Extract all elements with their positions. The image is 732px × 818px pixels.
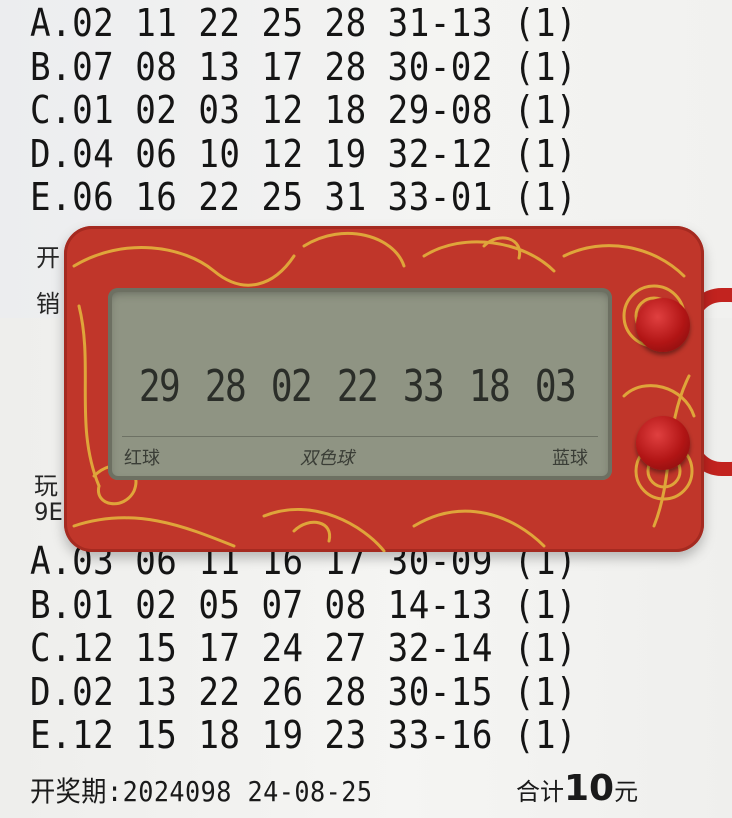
red-ball-number: 18 [468, 361, 511, 412]
total-amount: 10 [564, 768, 615, 809]
ticket-line: E.06 16 22 25 31 33-01 (1) [30, 175, 578, 219]
red-ball-label: 红球 [124, 448, 160, 469]
screen-divider [122, 436, 598, 437]
lottery-number-generator: 29 28 02 22 33 18 03 红球 双色球 蓝球 [64, 226, 732, 552]
ticket-footer: 开奖期:2024098 24-08-25 合计10元 [30, 768, 670, 810]
blue-ball-label: 蓝球 [552, 448, 588, 469]
total-prefix: 合计 [516, 778, 564, 806]
red-ball-number: 28 [204, 361, 247, 412]
ticket-line: B.07 08 13 17 28 30-02 (1) [30, 44, 578, 89]
red-ball-number: 02 [270, 361, 313, 412]
total-unit: 元 [614, 778, 639, 806]
draw-info: 开奖期:2024098 24-08-25 [30, 775, 373, 808]
blue-ball-number: 03 [534, 361, 577, 412]
ticket-top-numbers: A.02 11 22 25 28 31-13 (1) B.07 08 13 17… [30, 1, 638, 220]
ticket-line: A.02 11 22 25 28 31-13 (1) [30, 1, 578, 45]
ticket-total: 合计10元 [516, 768, 638, 809]
device-shell: 29 28 02 22 33 18 03 红球 双色球 蓝球 [64, 226, 704, 552]
number-display: 29 28 02 22 33 18 03 [132, 358, 592, 416]
ticket-bottom-numbers: A.03 06 11 16 17 30-09 (1) B.01 02 05 07… [30, 539, 638, 758]
ticket-partial-text: 玩 [34, 472, 58, 500]
ticket-line: D.04 06 10 12 19 32-12 (1) [30, 131, 578, 176]
ticket-partial-text: 销 [36, 290, 60, 318]
ticket-line: C.01 02 03 12 18 29-08 (1) [30, 88, 578, 132]
ticket-line: B.01 02 05 07 08 14-13 (1) [30, 582, 578, 627]
red-ball-number: 22 [336, 361, 379, 412]
generate-button[interactable] [636, 298, 690, 352]
ticket-line: E.12 15 18 19 23 33-16 (1) [30, 713, 578, 757]
ticket-partial-text: 9E [34, 498, 63, 526]
ticket-partial-text: 开 [36, 244, 60, 272]
ticket-line: D.02 13 22 26 28 30-15 (1) [30, 669, 578, 714]
red-ball-number: 33 [402, 361, 445, 412]
game-name-label: 双色球 [300, 448, 354, 469]
ticket-line: C.12 15 17 24 27 32-14 (1) [30, 626, 578, 670]
mode-button[interactable] [636, 416, 690, 470]
lcd-screen: 29 28 02 22 33 18 03 红球 双色球 蓝球 [108, 288, 612, 480]
red-ball-number: 29 [138, 361, 181, 412]
